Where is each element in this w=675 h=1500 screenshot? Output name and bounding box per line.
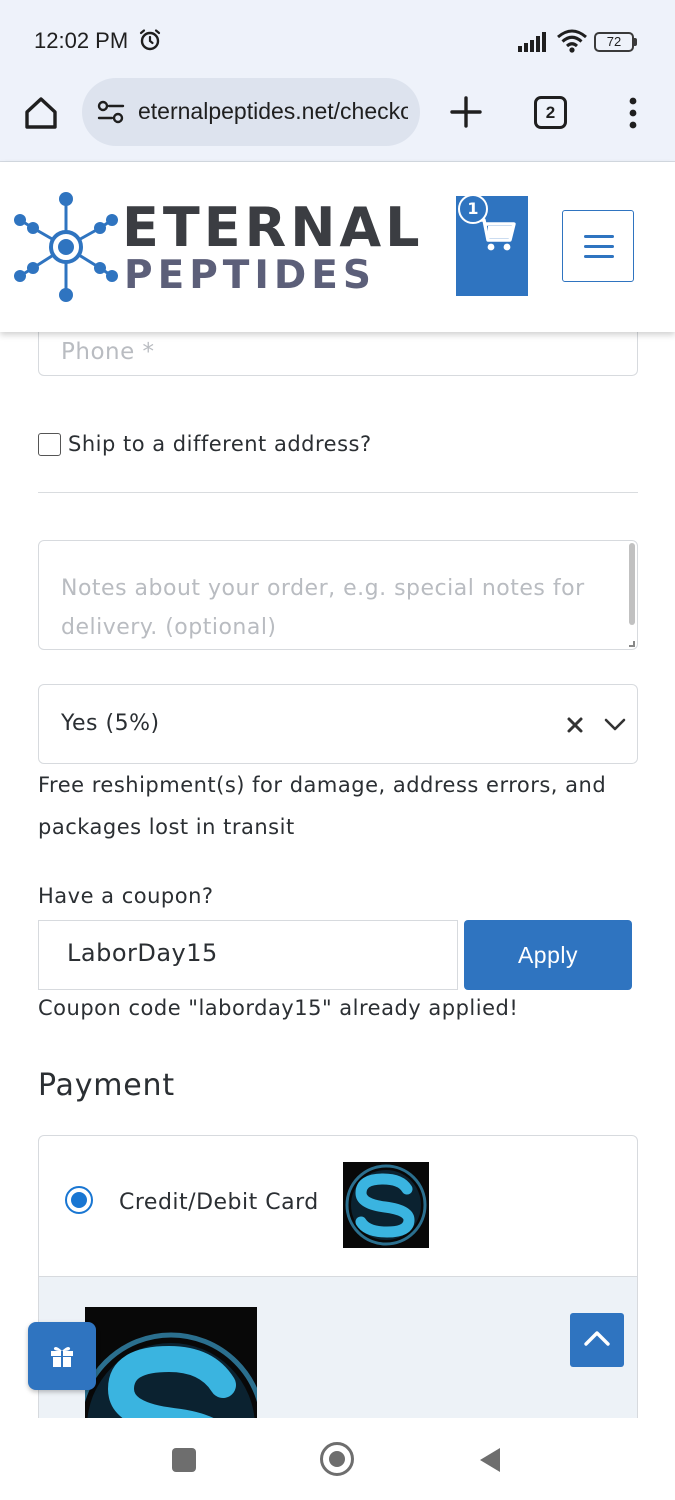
shipping-protection-select[interactable]: Yes (5%) (38, 684, 638, 764)
tab-switcher-button[interactable]: 2 (534, 96, 567, 129)
order-notes-textarea[interactable] (61, 569, 621, 641)
rewards-gift-button[interactable] (28, 1322, 96, 1390)
cellular-signal-icon (518, 32, 546, 52)
payment-methods: Credit/Debit Card (38, 1135, 638, 1418)
phone-input[interactable] (61, 339, 561, 365)
ship-different-address-checkbox[interactable] (38, 433, 61, 456)
hamburger-icon-bar-2 (584, 245, 614, 248)
payment-heading: Payment (38, 1068, 175, 1103)
coupon-heading: Have a coupon? (38, 884, 214, 908)
chevron-down-icon[interactable] (603, 713, 627, 735)
chevron-up-icon (584, 1331, 610, 1346)
wifi-icon (557, 29, 587, 53)
battery-indicator: 72 (594, 32, 638, 52)
cart-button[interactable]: 1 (456, 194, 528, 296)
hamburger-menu-button[interactable] (562, 210, 634, 282)
notes-scrollbar[interactable] (629, 543, 635, 625)
logo-wordmark-peptides[interactable]: PEPTIDES (124, 254, 376, 298)
coupon-field[interactable] (38, 920, 458, 990)
payment-card-label[interactable]: Credit/Debit Card (119, 1190, 319, 1215)
hamburger-icon-bar-3 (584, 255, 614, 258)
scroll-to-top-button[interactable] (570, 1313, 624, 1367)
home-icon[interactable] (22, 94, 60, 132)
payment-card-details (39, 1276, 637, 1418)
section-divider (38, 492, 638, 493)
alarm-icon (139, 29, 161, 51)
site-settings-icon[interactable] (96, 98, 126, 126)
payment-card-radio[interactable] (65, 1186, 93, 1214)
battery-tip (634, 38, 637, 46)
resize-handle-icon[interactable] (629, 641, 635, 647)
url-text[interactable]: eternalpeptides.net/checkout (138, 98, 408, 125)
ship-different-address-label[interactable]: Ship to a different address? (68, 432, 372, 456)
hamburger-icon-bar-1 (584, 235, 614, 238)
phone-field[interactable] (38, 332, 638, 376)
cart-count-badge: 1 (458, 194, 488, 224)
system-home-icon[interactable] (320, 1442, 354, 1476)
status-bar: 12:02 PM 72 (0, 0, 675, 82)
logo-wordmark-eternal[interactable]: ETERNAL (122, 198, 424, 258)
coupon-code-input[interactable] (67, 939, 437, 967)
address-bar[interactable]: eternalpeptides.net/checkout (82, 78, 420, 146)
status-time: 12:02 PM (34, 28, 129, 53)
recents-icon[interactable] (172, 1448, 196, 1472)
battery-level: 72 (594, 32, 634, 52)
clear-selection-icon[interactable] (565, 715, 585, 735)
card-processor-logo (343, 1162, 429, 1248)
back-icon[interactable] (478, 1446, 502, 1474)
system-navigation-bar (0, 1418, 675, 1500)
coupon-applied-notice: Coupon code "laborday15" already applied… (38, 996, 519, 1020)
shipping-protection-value[interactable]: Yes (5%) (61, 711, 160, 736)
payment-option-card[interactable]: Credit/Debit Card (39, 1136, 637, 1276)
logo-molecule-icon[interactable] (14, 190, 118, 304)
order-notes-field[interactable] (38, 540, 638, 650)
shipping-protection-description: Free reshipment(s) for damage, address e… (38, 773, 607, 839)
checkout-form: Ship to a different address? Yes (5%) Fr… (0, 332, 675, 1418)
gift-icon (51, 1347, 73, 1367)
site-header: ETERNAL PEPTIDES 1 (0, 162, 675, 332)
apply-coupon-button[interactable]: Apply (464, 920, 632, 990)
overflow-menu-icon[interactable] (626, 96, 640, 130)
card-processor-logo-large (85, 1307, 257, 1418)
plus-icon[interactable] (448, 94, 484, 130)
browser-toolbar: eternalpeptides.net/checkout 2 (0, 78, 675, 162)
